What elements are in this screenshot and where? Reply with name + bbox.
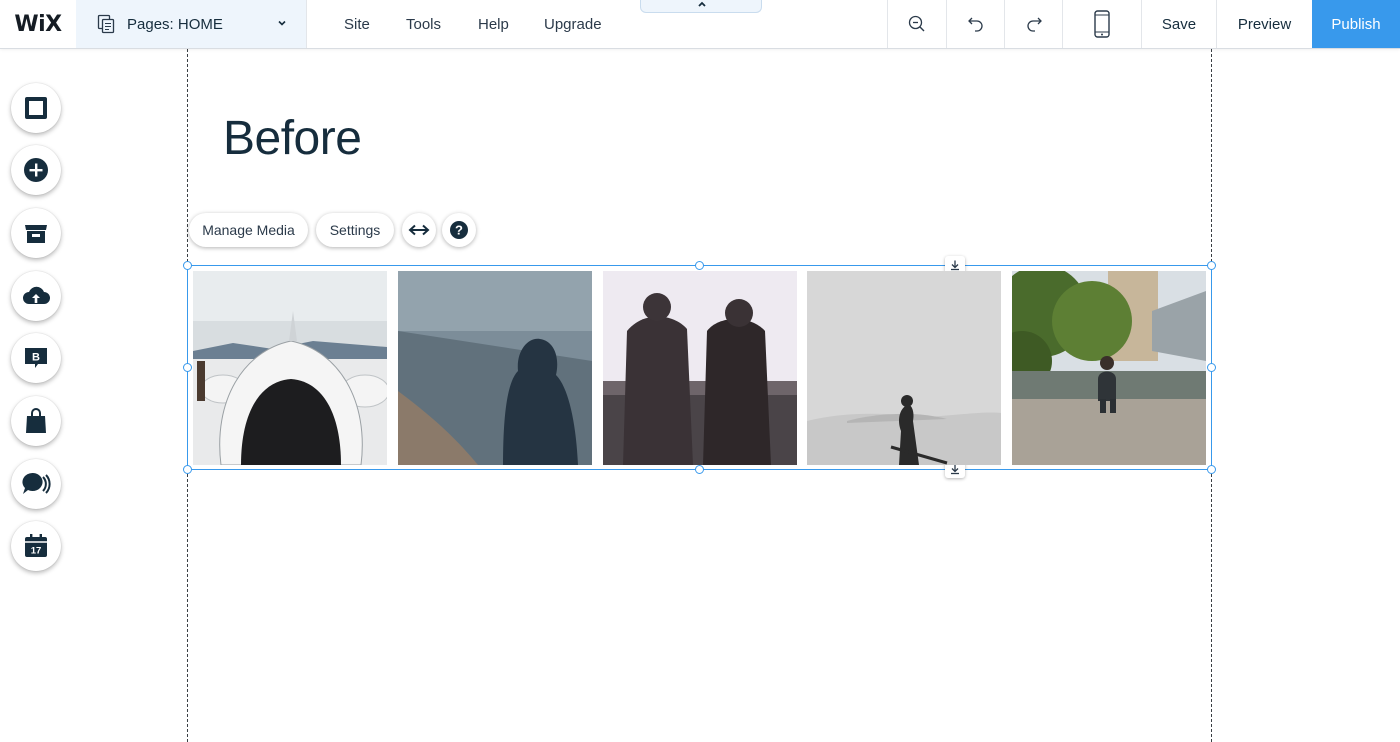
plane-wreck-image: [193, 271, 387, 465]
gallery-image-plane-wreck[interactable]: [193, 271, 387, 465]
background-button[interactable]: [11, 83, 61, 133]
add-button[interactable]: [11, 145, 61, 195]
resize-handle-top-left[interactable]: [183, 261, 192, 270]
upload-button[interactable]: [11, 271, 61, 321]
desert-guitarist-image: [807, 271, 1001, 465]
app-market-icon: [25, 225, 47, 243]
pages-label: Pages: HOME: [127, 16, 223, 33]
shopping-bag-icon: [26, 408, 46, 433]
download-icon: [951, 260, 959, 271]
app-market-button[interactable]: [11, 208, 61, 258]
collapse-topbar-tab[interactable]: [640, 0, 762, 13]
gallery-image-desert-guitarist[interactable]: [807, 271, 1001, 465]
help-icon: ?: [450, 221, 468, 239]
stretch-icon: [408, 224, 430, 236]
resize-handle-bottom[interactable]: [695, 465, 704, 474]
chevron-up-icon: [698, 1, 706, 7]
gallery-image-hooded-person[interactable]: [398, 271, 592, 465]
menu-site[interactable]: Site: [344, 0, 370, 48]
undo-button[interactable]: [946, 0, 1004, 48]
mobile-view-button[interactable]: [1062, 0, 1141, 48]
gallery-image-two-men[interactable]: [603, 271, 797, 465]
chevron-down-icon: [278, 20, 286, 26]
preview-button[interactable]: Preview: [1216, 0, 1312, 48]
wix-logo: WiX: [14, 11, 62, 37]
resize-handle-right[interactable]: [1207, 363, 1216, 372]
save-button[interactable]: Save: [1141, 0, 1216, 48]
pages-icon: [97, 14, 115, 34]
stretch-button[interactable]: [402, 213, 436, 247]
chat-button[interactable]: [11, 459, 61, 509]
blog-button[interactable]: B: [11, 333, 61, 383]
redo-icon: [1026, 17, 1042, 32]
upload-icon: [23, 286, 50, 304]
pages-dropdown[interactable]: Pages: HOME: [76, 0, 307, 48]
zoom-out-button[interactable]: [887, 0, 946, 48]
help-button[interactable]: ?: [442, 213, 476, 247]
wix-editor: WiX Pages: HOME Site Tools Help Upgrade: [0, 0, 1400, 742]
redo-button[interactable]: [1004, 0, 1062, 48]
chat-icon: [22, 472, 51, 494]
resize-handle-top-right[interactable]: [1207, 261, 1216, 270]
two-men-image: [603, 271, 797, 465]
menu-tools[interactable]: Tools: [406, 0, 441, 48]
zoom-out-icon: [908, 15, 925, 32]
resize-handle-bottom-right[interactable]: [1207, 465, 1216, 474]
svg-text:B: B: [32, 352, 40, 364]
resize-handle-left[interactable]: [183, 363, 192, 372]
background-icon: [25, 97, 47, 119]
mobile-icon: [1094, 10, 1110, 38]
page-title[interactable]: Before: [223, 111, 362, 166]
blog-icon: B: [25, 348, 47, 368]
menu-help[interactable]: Help: [478, 0, 509, 48]
gallery-image-man-on-wall[interactable]: [1012, 271, 1206, 465]
calendar-icon: 17: [25, 534, 47, 557]
svg-text:?: ?: [455, 223, 463, 238]
add-icon: [24, 158, 48, 182]
svg-text:17: 17: [31, 546, 42, 557]
undo-icon: [967, 17, 983, 32]
resize-handle-top[interactable]: [695, 261, 704, 270]
publish-button[interactable]: Publish: [1312, 0, 1400, 48]
settings-button[interactable]: Settings: [316, 213, 394, 247]
store-button[interactable]: [11, 396, 61, 446]
menu-upgrade[interactable]: Upgrade: [544, 0, 602, 48]
man-on-wall-image: [1012, 271, 1206, 465]
hooded-person-image: [398, 271, 592, 465]
bookings-button[interactable]: 17: [11, 521, 61, 571]
resize-handle-bottom-left[interactable]: [183, 465, 192, 474]
manage-media-button[interactable]: Manage Media: [189, 213, 308, 247]
